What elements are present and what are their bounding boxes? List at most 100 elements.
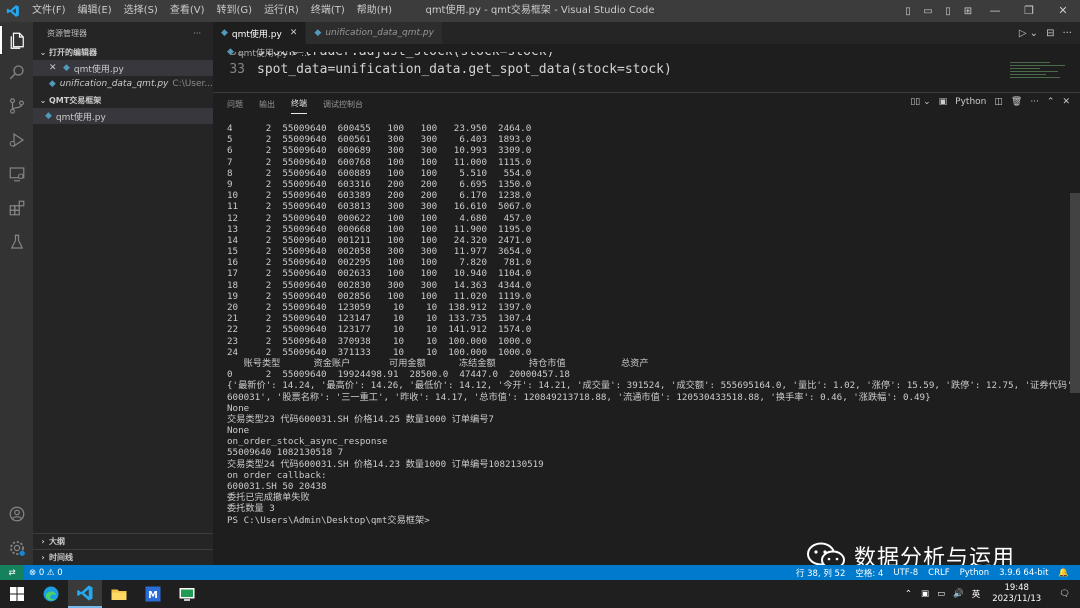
remote-explorer-icon[interactable]	[0, 160, 33, 188]
toggle-sidebar-icon[interactable]: ▯	[898, 0, 918, 22]
menu-help[interactable]: 帮助(H)	[351, 0, 398, 22]
terminal-layout-icon[interactable]: ▯▯ ⌄	[910, 97, 930, 107]
terminal-scrollbar[interactable]	[1070, 193, 1080, 393]
problems-status[interactable]: ⊗ 0 ⚠ 0	[24, 568, 68, 578]
terminal-line: 15 2 55009640 002058 300 300 11.977 3654…	[227, 246, 532, 258]
tab-qmt-py[interactable]: ◆ qmt使用.py ✕	[213, 22, 307, 44]
interpreter-version[interactable]: 3.9.6 64-bit	[994, 568, 1053, 578]
indentation-status[interactable]: 空格: 4	[850, 567, 888, 579]
toggle-panel-icon[interactable]: ▭	[918, 0, 938, 22]
terminal-line: 19 2 55009640 002856 100 100 11.020 1119…	[227, 290, 532, 302]
menu-selection[interactable]: 选择(S)	[118, 0, 164, 22]
show-hidden-icons-icon[interactable]: ⌃	[900, 589, 917, 599]
split-terminal-icon[interactable]: ◫	[994, 97, 1003, 107]
more-actions-icon[interactable]: ···	[1062, 28, 1072, 39]
menu-go[interactable]: 转到(G)	[211, 0, 259, 22]
chevron-right-icon: ›	[41, 537, 45, 546]
close-tab-icon[interactable]: ✕	[290, 28, 298, 38]
encoding-status[interactable]: UTF-8	[888, 568, 923, 578]
python-file-icon: ◆	[45, 111, 52, 121]
tray-app-icon[interactable]: ▣	[917, 589, 933, 599]
title-bar: 文件(F) 编辑(E) 选择(S) 查看(V) 转到(G) 运行(R) 终端(T…	[0, 0, 1080, 22]
eol-status[interactable]: CRLF	[923, 568, 954, 578]
terminal-line: 交易类型23 代码600031.SH 价格14.25 数量1000 订单编号7	[227, 413, 494, 425]
close-panel-icon[interactable]: ✕	[1062, 97, 1070, 107]
volume-icon[interactable]: 🔊	[949, 589, 968, 599]
terminal-output[interactable]: 4 2 55009640 600455 100 100 23.950 2464.…	[227, 123, 1072, 563]
menu-edit[interactable]: 编辑(E)	[72, 0, 118, 22]
language-mode[interactable]: Python	[955, 568, 994, 578]
vscode-logo-icon	[0, 0, 26, 22]
input-method-indicator[interactable]: 英	[968, 588, 985, 600]
code-text: spot_data=unification_data.get_spot_data…	[257, 62, 672, 77]
open-editor-item[interactable]: ✕ ◆ qmt使用.py	[33, 60, 213, 76]
tab-debug-console[interactable]: 调试控制台	[323, 95, 363, 114]
terminal-line: 600031', '股票名称': '三一重工', '昨收': 14.17, '总…	[227, 391, 931, 403]
system-clock[interactable]: 19:48 2023/11/13	[984, 583, 1049, 605]
line-number: 33	[229, 62, 245, 77]
menu-view[interactable]: 查看(V)	[164, 0, 211, 22]
kill-terminal-icon[interactable]: 🗑	[1011, 97, 1022, 107]
tab-problems[interactable]: 问题	[227, 95, 243, 114]
network-icon[interactable]: ▭	[933, 589, 949, 599]
minimize-button[interactable]: —	[978, 0, 1012, 22]
customize-layout-icon[interactable]: ⊞	[958, 0, 978, 22]
search-icon[interactable]	[0, 58, 33, 86]
windows-taskbar: M ⌃ ▣ ▭ 🔊 英 19:48 2023/11/13 🗨	[0, 580, 1080, 608]
menu-run[interactable]: 运行(R)	[258, 0, 305, 22]
vscode-taskbar-icon[interactable]	[68, 580, 102, 608]
terminal-line: 4 2 55009640 600455 100 100 23.950 2464.…	[227, 123, 532, 134]
more-actions-icon[interactable]: ···	[1030, 97, 1039, 107]
file-explorer-icon[interactable]	[102, 580, 136, 608]
settings-gear-icon[interactable]	[0, 534, 33, 562]
timeline-section[interactable]: › 时间线	[33, 549, 213, 565]
code-line: 33 spot_data=unification_data.get_spot_d…	[213, 61, 1003, 79]
terminal-python-icon[interactable]: ▣	[939, 97, 948, 107]
run-python-icon[interactable]: ▷ ⌄	[1019, 28, 1038, 39]
edge-browser-icon[interactable]	[34, 580, 68, 608]
account-icon[interactable]	[0, 500, 33, 528]
extensions-icon[interactable]	[0, 194, 33, 222]
remote-desktop-icon[interactable]	[170, 580, 204, 608]
terminal-shell-label[interactable]: Python	[955, 97, 986, 107]
toggle-secondary-sidebar-icon[interactable]: ▯	[938, 0, 958, 22]
menu-terminal[interactable]: 终端(T)	[305, 0, 351, 22]
notification-center-icon[interactable]: 🗨	[1049, 589, 1080, 599]
windows-start-icon[interactable]	[0, 580, 34, 608]
terminal-line: 0 2 55009640 19924498.91 28500.0 47447.0…	[227, 369, 570, 381]
menu-file[interactable]: 文件(F)	[26, 0, 72, 22]
cursor-position[interactable]: 行 38, 列 52	[791, 567, 850, 579]
terminal-line: 委托已完成撤单失败	[227, 492, 310, 504]
outline-section[interactable]: › 大纲	[33, 533, 213, 549]
source-control-icon[interactable]	[0, 92, 33, 120]
run-debug-icon[interactable]	[0, 126, 33, 154]
trading-app-icon[interactable]: M	[136, 580, 170, 608]
terminal-line: 委托数量 3	[227, 503, 275, 515]
tab-terminal[interactable]: 终端	[291, 94, 307, 114]
terminal-line: 23 2 55009640 370938 10 10 100.000 1000.…	[227, 335, 532, 347]
more-actions-icon[interactable]: ···	[193, 29, 201, 38]
remote-indicator-icon[interactable]: ⇄	[0, 565, 24, 580]
maximize-panel-icon[interactable]: ⌃	[1047, 97, 1055, 107]
terminal-line: on_order_stock_async_response	[227, 436, 388, 448]
close-button[interactable]: ✕	[1046, 0, 1080, 22]
tab-unification-data[interactable]: ◆ unification_data_qmt.py	[306, 22, 443, 44]
tab-output[interactable]: 输出	[259, 95, 275, 114]
open-editor-item[interactable]: ◆ unification_data_qmt.py C:\User...	[33, 76, 213, 92]
terminal-line: 账号类型 资金账户 可用金额 冻结金额 持仓市值 总资产	[227, 357, 649, 369]
code-editor[interactable]: 32 stock=trader.adjust_stock(stock=stock…	[213, 52, 1003, 92]
open-editors-section[interactable]: ⌄ 打开的编辑器	[33, 44, 213, 60]
split-editor-icon[interactable]: ⊟	[1046, 28, 1054, 39]
workspace-label: QMT交易框架	[49, 95, 102, 105]
terminal-line: 16 2 55009640 002295 100 100 7.820 781.0	[227, 257, 532, 269]
explorer-icon[interactable]	[0, 26, 33, 54]
testing-icon[interactable]	[0, 228, 33, 256]
notifications-bell-icon[interactable]: 🔔	[1053, 568, 1074, 578]
terminal-line: 24 2 55009640 371133 10 10 100.000 1000.…	[227, 346, 532, 358]
close-icon[interactable]: ✕	[49, 63, 63, 73]
workspace-section[interactable]: ⌄ QMT交易框架	[33, 92, 213, 108]
workspace-file-item[interactable]: ◆ qmt使用.py	[33, 108, 213, 124]
minimap[interactable]	[1010, 60, 1070, 92]
maximize-button[interactable]: ❐	[1012, 0, 1046, 22]
python-file-icon: ◆	[48, 79, 56, 89]
